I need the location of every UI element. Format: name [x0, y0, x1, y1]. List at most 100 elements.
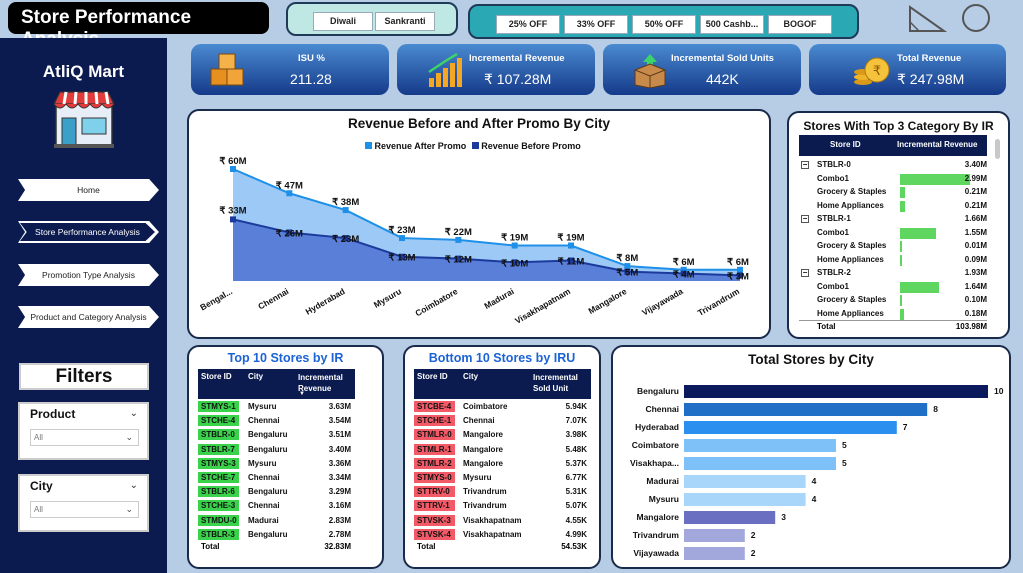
- table-row[interactable]: STMYS-0 Mysuru 6.77K: [414, 471, 591, 485]
- bar-value-label: 4: [812, 494, 817, 504]
- festival-button-sankranti[interactable]: Sankranti: [375, 12, 435, 31]
- x-tick-label: Madurai: [482, 286, 515, 311]
- bar: [684, 547, 745, 560]
- row-value: 0.18M: [964, 308, 987, 318]
- row-value: 2.99M: [964, 173, 987, 183]
- promo-button-25-off[interactable]: 25% OFF: [496, 15, 560, 34]
- category-row: Grocery & Staples 0.01M: [799, 240, 987, 254]
- table-row[interactable]: STVSK-4 Visakhapatnam 4.99K: [414, 528, 591, 542]
- table-row[interactable]: STCHE-1 Chennai 7.07K: [414, 414, 591, 428]
- table-row[interactable]: STMLR-0 Mangalore 3.98K: [414, 428, 591, 442]
- bar: [684, 475, 806, 488]
- table-row[interactable]: STBLR-7 Bengaluru 3.40M: [198, 443, 355, 457]
- header-incremental-sold-unit[interactable]: Incremental Sold Unit: [533, 372, 589, 394]
- kpi-isu: ISU % 211.28: [191, 44, 389, 95]
- promo-button-50-off[interactable]: 50% OFF: [632, 15, 696, 34]
- scrollbar[interactable]: [995, 139, 1000, 159]
- value-cell: 3.51M: [328, 430, 351, 440]
- city-cell: Visakhapatnam: [463, 529, 522, 539]
- bar: [684, 529, 745, 542]
- store-group-row[interactable]: − STBLR-1 1.66M: [799, 213, 987, 227]
- store-group-row[interactable]: − STBLR-0 3.40M: [799, 159, 987, 173]
- table-row[interactable]: STBLR-6 Bengaluru 3.29M: [198, 485, 355, 499]
- data-bar: [900, 173, 971, 185]
- city-cell: Bengaluru: [248, 430, 288, 440]
- kpi-incremental-revenue: Incremental Revenue ₹ 107.28M: [397, 44, 595, 95]
- bar-value-label: 5: [842, 440, 847, 450]
- city-slicer[interactable]: City ⌄ All ⌄: [18, 474, 149, 532]
- city-dropdown[interactable]: All ⌄: [30, 501, 139, 518]
- row-label: STBLR-2: [817, 268, 851, 277]
- total-label: Total: [201, 542, 220, 551]
- table-row[interactable]: STVSK-3 Visakhapatnam 4.55K: [414, 514, 591, 528]
- table-row[interactable]: STCHE-4 Chennai 3.54M: [198, 414, 355, 428]
- nav-product-category[interactable]: Product and Category Analysis: [18, 306, 159, 328]
- header-incremental-revenue[interactable]: Incremental Revenue: [897, 140, 977, 149]
- data-label: ₹ 4M: [673, 270, 695, 281]
- total-value: 32.83M: [324, 542, 351, 551]
- table-row[interactable]: STMDU-0 Madurai 2.83M: [198, 514, 355, 528]
- total-label: Total: [417, 542, 436, 551]
- category-row: Combo1 1.64M: [799, 281, 987, 295]
- table-row[interactable]: STCHE-7 Chennai 3.34M: [198, 471, 355, 485]
- promo-button-cashback[interactable]: 500 Cashb...: [700, 15, 764, 34]
- total-value: 103.98M: [955, 322, 987, 331]
- bar-value-label: 7: [903, 422, 908, 432]
- kpi-title: Incremental Revenue: [469, 53, 565, 64]
- collapse-icon[interactable]: −: [801, 161, 809, 169]
- table-row[interactable]: STMYS-3 Mysuru 3.36M: [198, 457, 355, 471]
- y-tick-label: Chennai: [645, 404, 679, 414]
- nav-promotion-type[interactable]: Promotion Type Analysis: [18, 264, 159, 286]
- kpi-incremental-sold-units: Incremental Sold Units 442K: [603, 44, 801, 95]
- data-label: ₹ 47M: [276, 180, 303, 191]
- x-tick-label: Mangalore: [587, 286, 629, 316]
- value-cell: 5.48K: [565, 444, 587, 454]
- festival-button-diwali[interactable]: Diwali: [313, 12, 373, 31]
- promo-type-slicer: 25% OFF 33% OFF 50% OFF 500 Cashb... BOG…: [468, 4, 859, 39]
- y-tick-label: Mangalore: [636, 512, 679, 522]
- data-label: ₹ 11M: [558, 256, 585, 267]
- nav-store-performance[interactable]: Store Performance Analysis: [20, 223, 155, 241]
- store-id-cell: STBLR-3: [198, 528, 239, 540]
- nav-home[interactable]: Home: [18, 179, 159, 201]
- table-row[interactable]: STTRV-0 Trivandrum 5.31K: [414, 485, 591, 499]
- y-tick-label: Coimbatore: [632, 440, 680, 450]
- row-value: 0.10M: [964, 295, 987, 304]
- chevron-down-icon[interactable]: ⌄: [130, 480, 138, 491]
- table-row[interactable]: STCBE-4 Coimbatore 5.94K: [414, 400, 591, 414]
- table-row[interactable]: STMLR-1 Mangalore 5.48K: [414, 443, 591, 457]
- table-row[interactable]: STCHE-3 Chennai 3.16M: [198, 499, 355, 513]
- city-slicer-label: City: [30, 479, 53, 493]
- product-dropdown[interactable]: All ⌄: [30, 429, 139, 446]
- table-row[interactable]: STTRV-1 Trivandrum 5.07K: [414, 499, 591, 513]
- store-id-cell: STMLR-1: [414, 443, 455, 455]
- city-cell: Chennai: [463, 416, 495, 426]
- data-bar: [900, 187, 905, 198]
- value-cell: 3.40M: [328, 444, 351, 454]
- collapse-icon[interactable]: −: [801, 215, 809, 223]
- table-row[interactable]: STMLR-2 Mangalore 5.37K: [414, 457, 591, 471]
- chevron-down-icon[interactable]: ⌄: [130, 408, 138, 419]
- store-id-cell: STCHE-3: [198, 500, 239, 512]
- collapse-icon[interactable]: −: [801, 269, 809, 277]
- product-slicer[interactable]: Product ⌄ All ⌄: [18, 402, 149, 460]
- row-label: Grocery & Staples: [817, 295, 887, 304]
- table-row[interactable]: STBLR-0 Bengaluru 3.51M: [198, 428, 355, 442]
- store-group-row[interactable]: − STBLR-2 1.93M: [799, 267, 987, 281]
- promo-button-bogof[interactable]: BOGOF: [768, 15, 832, 34]
- value-cell: 3.98K: [565, 430, 587, 440]
- table-row[interactable]: STBLR-3 Bengaluru 2.78M: [198, 528, 355, 542]
- category-row: Grocery & Staples 0.21M: [799, 186, 987, 200]
- store-id-cell: STMLR-0: [414, 429, 455, 441]
- table-total-row: Total 32.83M: [198, 542, 355, 554]
- value-cell: 3.36M: [328, 458, 351, 468]
- table-row[interactable]: STMYS-1 Mysuru 3.63M: [198, 400, 355, 414]
- chevron-down-icon: ⌄: [125, 504, 133, 514]
- city-cell: Trivandrum: [463, 487, 507, 497]
- row-value: 0.21M: [964, 187, 987, 196]
- city-cell: Madurai: [248, 515, 279, 525]
- promo-button-33-off[interactable]: 33% OFF: [564, 15, 628, 34]
- header-incremental-revenue[interactable]: Incremental Revenue: [298, 372, 353, 394]
- sort-desc-icon[interactable]: ▼: [299, 391, 305, 397]
- category-row: Grocery & Staples 0.10M: [799, 294, 987, 308]
